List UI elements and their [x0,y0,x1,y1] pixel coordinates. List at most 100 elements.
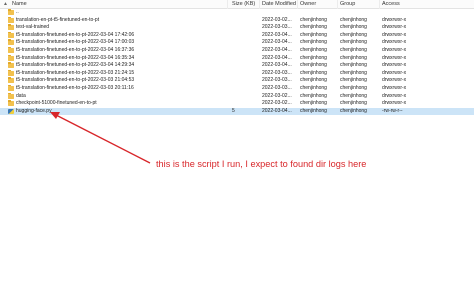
file-owner: chenjinhong [300,77,327,84]
file-size [232,17,258,25]
folder-icon [8,9,14,15]
folder-icon [8,77,14,84]
file-owner: chenjinhong [300,69,327,76]
file-access: drwxrwxr-x [382,46,407,53]
file-group: chenjinhong [340,24,367,31]
file-name: t5-translation-finetuned-en-to-pt-2022-0… [16,69,135,76]
file-modified: 2022-03-02... [262,92,292,99]
folder-row[interactable]: t5-translation-finetuned-en-to-pt-2022-0… [0,62,474,70]
folder-row[interactable]: test-val-trained 2022-03-03... chenjinhong… [0,24,474,32]
folder-row[interactable]: t5-translation-finetuned-en-to-pt-2022-0… [0,31,474,40]
file-size [232,55,258,63]
file-access: drwxrwxr-x [382,84,407,91]
file-group: chenjinhong [340,107,367,114]
column-header-size[interactable]: Size (KB) [232,0,260,9]
column-header-access[interactable]: Access [382,0,474,9]
file-owner: chenjinhong [300,107,327,114]
folder-icon [8,31,14,38]
file-access: drwxrwxr-x [382,54,407,61]
file-access: drwxrwxr-x [382,24,407,31]
file-owner: chenjinhong [300,84,327,91]
file-modified: 2022-03-04... [262,31,292,38]
file-access: -rw-rw-r-- [382,107,403,114]
file-owner [300,9,338,17]
folder-icon [8,46,14,53]
folder-row[interactable]: t5-translation-finetuned-en-to-pt-2022-0… [0,69,474,78]
file-name: hugging-face.py [16,107,52,114]
file-owner: chenjinhong [300,16,327,23]
file-modified [262,9,296,17]
file-access: drwxrwxr-x [382,69,407,76]
file-owner: chenjinhong [300,62,327,69]
file-name: checkpoint-51000-finetuned-en-to-pt [16,100,97,107]
file-modified: 2022-03-04... [262,62,292,69]
file-name: .. [16,9,19,15]
file-group: chenjinhong [340,84,367,91]
folder-icon [8,16,14,23]
file-size [232,70,258,78]
folder-icon [8,39,14,46]
folder-icon [8,100,14,107]
column-header-name[interactable]: Name [12,0,228,9]
file-access: drwxrwxr-x [382,16,407,23]
file-list-pane: ▲ Name Size (KB) Date Modified Owner Gro… [0,0,474,290]
file-size [232,39,258,47]
file-access: drwxrwxr-x [382,31,407,38]
file-group: chenjinhong [340,31,367,38]
file-size [232,62,258,70]
file-group: chenjinhong [340,92,367,99]
folder-row[interactable]: t5-translation-finetuned-en-to-pt-2022-0… [0,77,474,85]
file-owner: chenjinhong [300,39,327,46]
file-name: t5-translation-finetuned-en-to-pt-2022-0… [16,31,135,38]
file-owner: chenjinhong [300,24,327,31]
file-name: t5-translation-finetuned-en-to-pt-2022-0… [16,39,135,46]
file-owner: chenjinhong [300,46,327,53]
file-name: t5-translation-finetuned-en-to-pt-2022-0… [16,77,135,84]
file-size [232,85,258,93]
file-name: t5-translation-finetuned-en-to-pt-2022-0… [16,62,135,69]
sort-ascending-icon[interactable]: ▲ [3,1,9,7]
file-size [232,32,258,40]
file-owner: chenjinhong [300,92,327,99]
py-icon [8,108,14,114]
file-modified: 2022-03-03... [262,24,292,31]
column-header-group[interactable]: Group [340,0,380,9]
folder-row[interactable]: checkpoint-51000-finetuned-en-to-pt 2022-… [0,100,474,108]
file-group: chenjinhong [340,62,367,69]
file-name: t5-translation-finetuned-en-to-pt-2022-0… [16,84,134,91]
file-row[interactable]: hugging-face.py 5 2022-03-04... chenjinhong… [0,107,474,116]
folder-row[interactable]: t5-translation-finetuned-en-to-pt-2022-0… [0,46,474,55]
file-access [382,9,472,17]
file-owner: chenjinhong [300,100,327,107]
file-list: .. translation-en-pt-t5-finetuned-en-to-p… [0,9,474,116]
folder-row[interactable]: .. [0,9,474,17]
file-size [232,24,258,32]
file-modified: 2022-03-04... [262,46,292,53]
file-size [232,93,258,101]
file-size [232,77,258,85]
file-access: drwxrwxr-x [382,100,407,107]
folder-row[interactable]: t5-translation-finetuned-en-to-pt-2022-0… [0,84,474,93]
file-group: chenjinhong [340,39,367,46]
file-access: drwxrwxr-x [382,92,407,99]
file-group: chenjinhong [340,69,367,76]
annotation-text: this is the script I run, I expect to fo… [156,159,367,169]
folder-icon [8,69,14,76]
column-header-modified[interactable]: Date Modified [262,0,298,9]
folder-row[interactable]: translation-en-pt-t5-finetuned-en-to-pt 2… [0,16,474,25]
file-size [232,47,258,55]
file-size [232,9,258,17]
folder-row[interactable]: t5-translation-finetuned-en-to-pt-2022-0… [0,54,474,63]
file-modified: 2022-03-02... [262,100,292,107]
file-name: t5-translation-finetuned-en-to-pt-2022-0… [16,46,135,53]
column-header-owner[interactable]: Owner [300,0,338,9]
folder-row[interactable]: data 2022-03-02... chenjinhong chenjinhong d… [0,92,474,101]
file-access: drwxrwxr-x [382,77,407,84]
folder-row[interactable]: t5-translation-finetuned-en-to-pt-2022-0… [0,39,474,47]
column-header-bar: ▲ Name Size (KB) Date Modified Owner Gro… [0,0,474,9]
file-access: drwxrwxr-x [382,62,407,69]
folder-icon [8,84,14,91]
file-access: drwxrwxr-x [382,39,407,46]
file-modified: 2022-03-03... [262,84,292,91]
file-modified: 2022-03-04... [262,39,292,46]
